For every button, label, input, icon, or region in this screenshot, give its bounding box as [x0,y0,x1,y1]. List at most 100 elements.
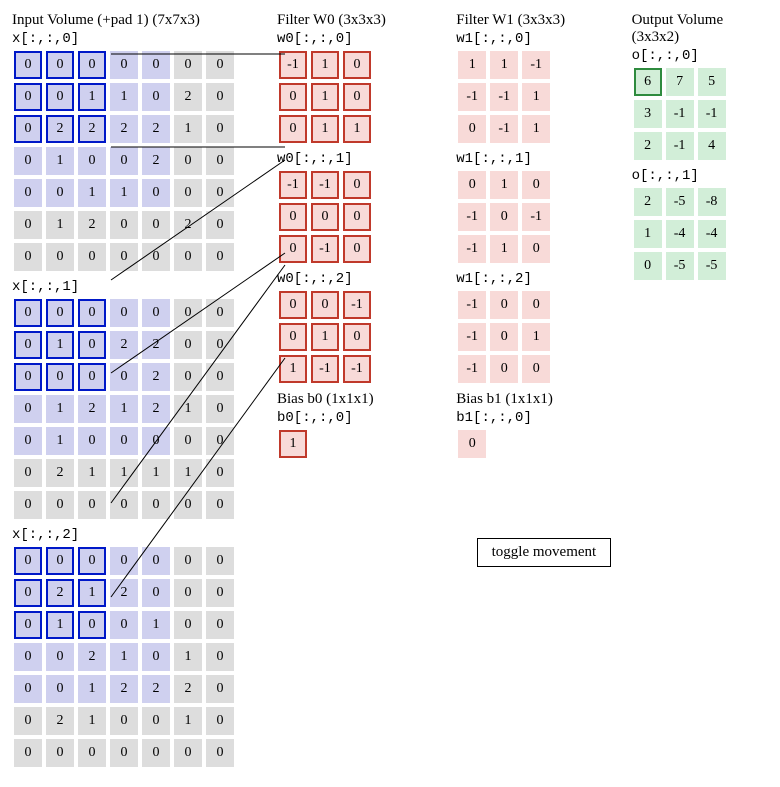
input-cell: 0 [14,299,42,327]
input-cell: 0 [174,491,202,519]
w1-cell: -1 [458,291,486,319]
input-cell: 0 [174,299,202,327]
w1-slice-label: w1[:,:,1] [456,151,631,167]
input-cell: 0 [14,611,42,639]
input-cell: 0 [110,611,138,639]
w1-cell: 0 [490,323,518,351]
w0-cell: -1 [343,355,371,383]
w1-cell: -1 [458,323,486,351]
input-cell: 0 [174,739,202,767]
w0-cell: 0 [311,291,339,319]
input-cell: 1 [46,611,74,639]
input-cell: 0 [206,363,234,391]
input-cell: 0 [78,147,106,175]
input-cell: 0 [142,579,170,607]
w0-cell: 0 [279,115,307,143]
input-cell: 0 [174,547,202,575]
input-cell: 2 [110,675,138,703]
input-cell: 0 [142,491,170,519]
input-cell: 0 [174,243,202,271]
w1-cell: 0 [490,203,518,231]
input-cell: 1 [110,83,138,111]
input-cell: 0 [14,395,42,423]
input-cell: 0 [174,579,202,607]
input-cell: 0 [78,331,106,359]
input-cell: 2 [142,331,170,359]
input-cell: 1 [78,179,106,207]
input-cell: 2 [142,395,170,423]
input-cell: 0 [14,179,42,207]
input-cell: 0 [142,707,170,735]
w0-cell: 1 [311,115,339,143]
w0-cell: 0 [279,235,307,263]
input-cell: 0 [46,363,74,391]
w0-slice-label: w0[:,:,2] [277,271,456,287]
input-cell: 0 [14,675,42,703]
bias-b0-title: Bias b0 (1x1x1) [277,391,456,408]
input-cell: 1 [174,115,202,143]
input-cell: 0 [174,611,202,639]
w0-cell: 1 [343,115,371,143]
input-cell: 0 [174,179,202,207]
w1-cell: -1 [490,115,518,143]
input-cell: 0 [14,331,42,359]
w1-cell: 0 [458,115,486,143]
input-cell: 2 [78,115,106,143]
input-cell: 2 [110,115,138,143]
output-cell: -8 [698,188,726,216]
input-cell: 0 [206,547,234,575]
w1-cell: -1 [522,203,550,231]
w1-cell: 0 [522,235,550,263]
bias-b1-title: Bias b1 (1x1x1) [456,391,631,408]
input-cell: 0 [174,147,202,175]
input-cell: 0 [46,675,74,703]
input-cell: 0 [142,739,170,767]
input-cell: 0 [206,459,234,487]
input-cell: 1 [78,579,106,607]
input-cell: 0 [14,115,42,143]
input-cell: 0 [142,299,170,327]
input-cell: 0 [206,579,234,607]
input-cell: 0 [78,491,106,519]
w1-slice-label: w1[:,:,0] [456,31,631,47]
input-cell: 1 [110,395,138,423]
output-cell: 7 [666,68,694,96]
w1-cell: 1 [490,171,518,199]
input-cell: 0 [78,739,106,767]
output-title: Output Volume (3x3x2) [632,12,768,46]
input-cell: 0 [206,427,234,455]
w1-cell: -1 [458,203,486,231]
input-cell: 0 [46,51,74,79]
w1-cell: 0 [458,171,486,199]
input-slice-label: x[:,:,2] [12,527,277,543]
input-cell: 1 [110,643,138,671]
input-cell: 1 [46,427,74,455]
output-column: Output Volume (3x3x2) o[:,:,0]6753-1-12-… [632,12,768,775]
input-cell: 0 [206,51,234,79]
input-cell: 0 [110,547,138,575]
input-cell: 1 [78,459,106,487]
w0-cell: 0 [279,323,307,351]
w1-cell: -1 [458,355,486,383]
input-cell: 0 [14,427,42,455]
toggle-movement-button[interactable]: toggle movement [477,538,612,567]
input-column: Input Volume (+pad 1) (7x7x3) x[:,:,0]00… [12,12,277,775]
output-slice-label: o[:,:,1] [632,168,768,184]
input-cell: 0 [142,179,170,207]
input-cell: 1 [46,395,74,423]
w1-cell: -1 [458,235,486,263]
input-cell: 0 [78,547,106,575]
input-cell: 0 [14,739,42,767]
bias-b0-cell: 1 [279,430,307,458]
input-cell: 0 [206,115,234,143]
input-cell: 0 [110,243,138,271]
w0-cell: 1 [311,323,339,351]
output-cell: 6 [634,68,662,96]
input-title: Input Volume (+pad 1) (7x7x3) [12,12,277,29]
w0-cell: 0 [343,235,371,263]
input-cell: 2 [142,115,170,143]
input-cell: 1 [78,675,106,703]
input-cell: 0 [142,547,170,575]
output-cell: -1 [666,132,694,160]
w0-cell: 0 [279,291,307,319]
